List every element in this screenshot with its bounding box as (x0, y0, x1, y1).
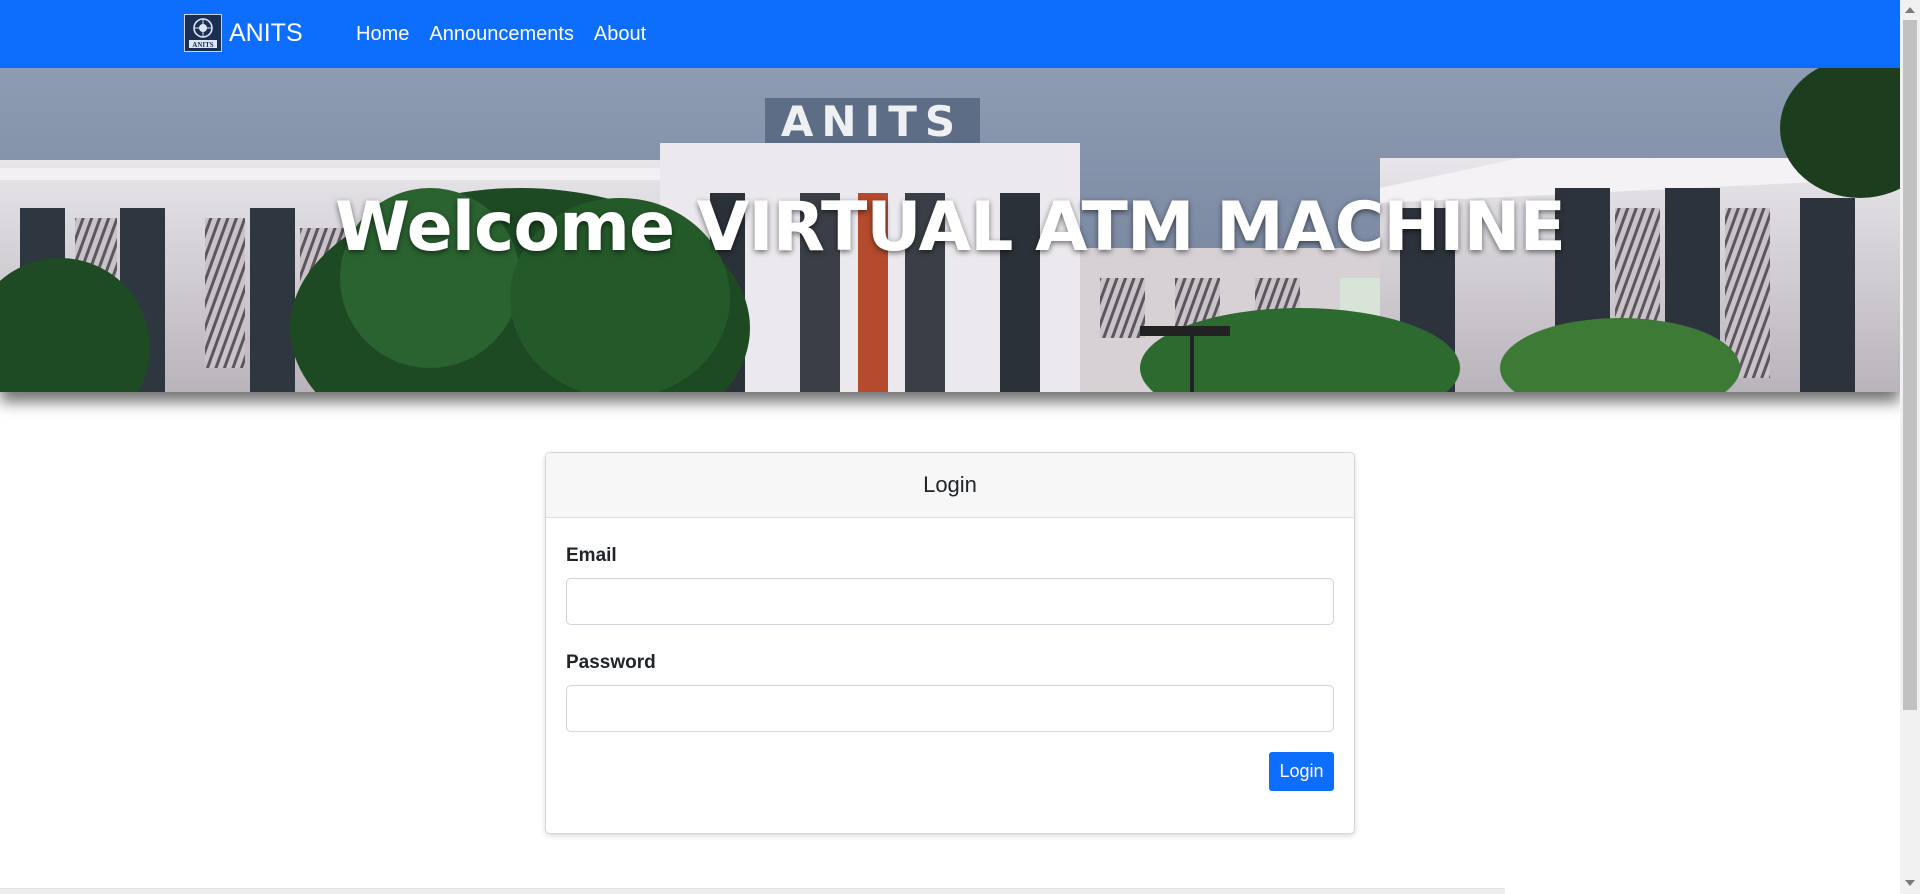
nav-home-link[interactable]: Home (356, 23, 409, 46)
nav-about-link[interactable]: About (594, 23, 646, 46)
navbar: ANITS ANITS Home Announcements About (0, 0, 1900, 68)
scroll-up-arrow-icon[interactable] (1905, 7, 1915, 13)
page-bottom-divider (0, 888, 1505, 894)
scroll-down-arrow-icon[interactable] (1905, 880, 1915, 886)
password-label: Password (566, 652, 656, 673)
nav-announcements-link[interactable]: Announcements (429, 23, 574, 46)
scrollbar-thumb[interactable] (1903, 20, 1917, 710)
vertical-scrollbar[interactable] (1900, 0, 1920, 894)
svg-text:ANITS: ANITS (781, 97, 963, 146)
brand-link[interactable]: ANITS ANITS (184, 14, 303, 52)
hero-title: Welcome VIRTUAL ATM MACHINE (335, 188, 1566, 267)
anits-logo-icon: ANITS (184, 14, 222, 52)
login-card-header: Login (546, 453, 1354, 518)
password-input[interactable] (566, 685, 1334, 732)
login-card: Login Email Password Login (545, 452, 1355, 834)
email-label: Email (566, 545, 617, 566)
hero-banner: ANITS Welcome VIRTUAL ATM MACHINE (0, 68, 1900, 392)
nav-links: Home Announcements About (356, 0, 666, 68)
brand-name: ANITS (229, 18, 303, 47)
svg-text:ANITS: ANITS (192, 41, 214, 49)
email-input[interactable] (566, 578, 1334, 625)
login-button[interactable]: Login (1269, 752, 1334, 791)
